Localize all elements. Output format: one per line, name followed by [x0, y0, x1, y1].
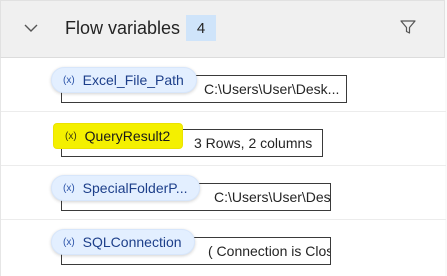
variable-name: SQLConnection: [82, 234, 182, 250]
variable-row[interactable]: ( Connection is Clos... (x) SQLConnectio…: [1, 220, 446, 274]
variable-name: Excel_File_Path: [82, 72, 184, 88]
variable-icon: (x): [63, 236, 75, 248]
variable-icon: (x): [63, 74, 75, 86]
variable-pill-specialfolderpath[interactable]: (x) SpecialFolderP...: [51, 175, 201, 201]
section-title: Flow variables: [65, 18, 181, 38]
variable-count-badge: 4: [186, 15, 216, 41]
variable-row[interactable]: 3 Rows, 2 columns (x) QueryResult2: [1, 112, 446, 166]
variable-name: QueryResult2: [84, 128, 171, 144]
variable-name: SpecialFolderP...: [82, 180, 188, 196]
chevron-down-icon[interactable]: [21, 18, 41, 38]
variables-list: C:\Users\User\Desk... (x) Excel_File_Pat…: [0, 58, 446, 276]
variable-row[interactable]: C:\Users\User\Desk... (x) Excel_File_Pat…: [1, 58, 446, 112]
filter-icon[interactable]: [399, 18, 417, 36]
flow-variables-header[interactable]: Flow variables 4: [0, 0, 445, 58]
variable-row[interactable]: C:\Users\User\Desk... (x) SpecialFolderP…: [1, 166, 446, 220]
flow-variables-pane: Flow variables 4 C:\Users\User\Desk... (…: [0, 0, 447, 276]
variable-icon: (x): [65, 130, 77, 142]
variable-pill-sqlconnection[interactable]: (x) SQLConnection: [51, 229, 195, 255]
variable-icon: (x): [63, 182, 75, 194]
variable-pill-excel-file-path[interactable]: (x) Excel_File_Path: [51, 67, 197, 93]
variable-pill-queryresult2[interactable]: (x) QueryResult2: [53, 123, 184, 149]
